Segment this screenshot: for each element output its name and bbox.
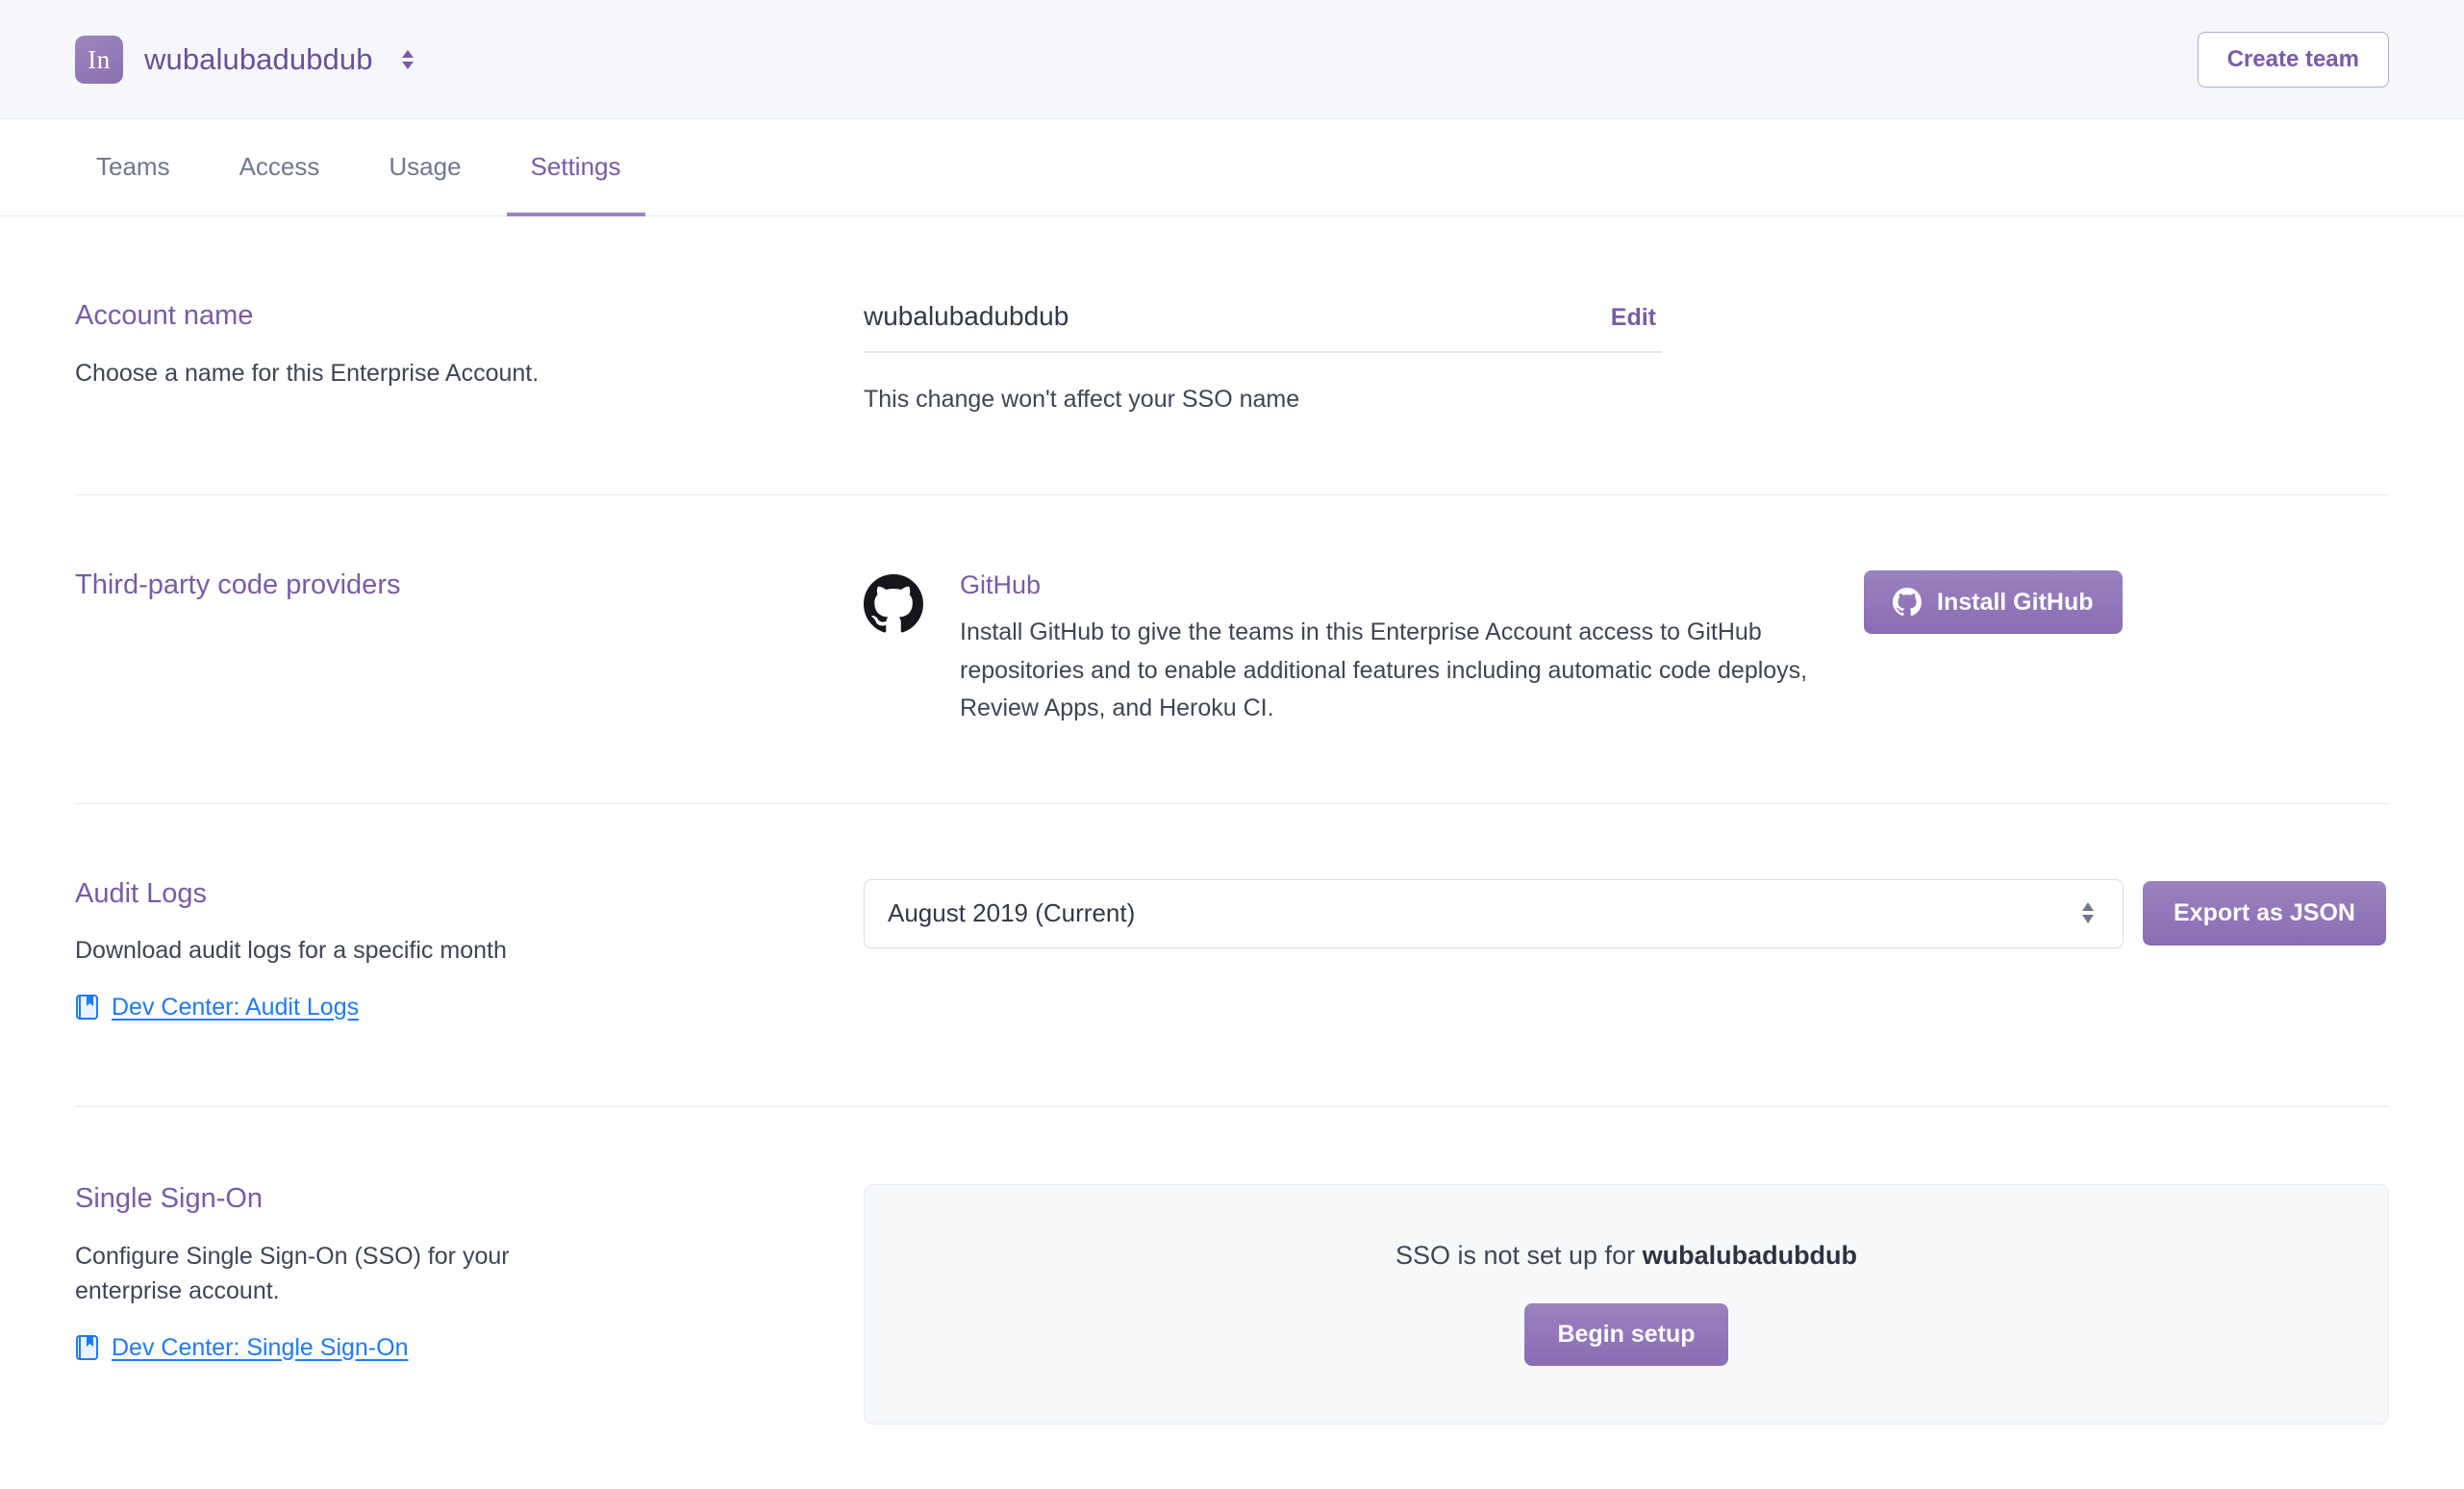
install-github-button[interactable]: Install GitHub xyxy=(1864,570,2123,634)
account-name-field[interactable]: wubalubadubdub Edit xyxy=(864,301,1662,353)
code-providers-section-info: Third-party code providers xyxy=(75,569,864,625)
code-providers-section: Third-party code providers GitHub Instal… xyxy=(75,495,2389,803)
settings-tab-bar: Teams Access Usage Settings xyxy=(0,119,2464,216)
code-providers-heading: Third-party code providers xyxy=(75,569,401,600)
audit-logs-heading: Audit Logs xyxy=(75,877,208,909)
audit-logs-description: Download audit logs for a specific month xyxy=(75,937,507,965)
begin-sso-setup-button[interactable]: Begin setup xyxy=(1524,1303,1728,1367)
account-name-section: Account name Choose a name for this Ente… xyxy=(75,216,2389,494)
dev-center-audit-logs-link[interactable]: Dev Center: Audit Logs xyxy=(75,994,359,1022)
enterprise-account-name: wubalubadubdub xyxy=(144,41,373,76)
chevron-up-down-icon xyxy=(2078,898,2099,929)
sso-status-message: SSO is not set up for wubalubadubdub xyxy=(903,1241,2350,1271)
sso-heading: Single Sign-On xyxy=(75,1183,264,1215)
dev-center-sso-label: Dev Center: Single Sign-On xyxy=(112,1333,409,1361)
account-name-value: wubalubadubdub xyxy=(864,301,1069,331)
tab-teams[interactable]: Teams xyxy=(72,120,194,216)
edit-account-name-button[interactable]: Edit xyxy=(1611,304,1662,332)
chevron-up-down-icon[interactable] xyxy=(398,45,419,74)
account-name-section-info: Account name Choose a name for this Ente… xyxy=(75,300,864,391)
top-header-bar: In wubalubadubdub Create team xyxy=(0,0,2464,119)
create-team-button[interactable]: Create team xyxy=(2197,31,2389,88)
audit-logs-section: Audit Logs Download audit logs for a spe… xyxy=(75,804,2389,1107)
account-name-section-controls: wubalubadubdub Edit This change won't af… xyxy=(864,301,2389,414)
github-mark-icon xyxy=(1893,588,1922,617)
account-switcher[interactable]: In wubalubadubdub xyxy=(75,35,419,84)
export-as-json-button[interactable]: Export as JSON xyxy=(2143,881,2386,946)
tab-usage[interactable]: Usage xyxy=(365,120,485,216)
account-name-hint: This change won't affect your SSO name xyxy=(864,386,1300,413)
dev-center-sso-link[interactable]: Dev Center: Single Sign-On xyxy=(75,1334,408,1362)
audit-logs-section-controls: August 2019 (Current) Export as JSON xyxy=(864,878,2389,948)
audit-month-selected-value: August 2019 (Current) xyxy=(888,898,1136,927)
tab-access[interactable]: Access xyxy=(215,120,344,216)
sso-description: Configure Single Sign-On (SSO) for your … xyxy=(75,1243,510,1305)
github-provider-description: Install GitHub to give the teams in this… xyxy=(960,618,1808,721)
single-sign-on-section: Single Sign-On Configure Single Sign-On … xyxy=(75,1107,2389,1482)
settings-content: Account name Choose a name for this Ente… xyxy=(0,216,2464,1482)
github-octocat-icon xyxy=(864,574,923,634)
account-name-description: Choose a name for this Enterprise Accoun… xyxy=(75,359,540,387)
github-provider-name: GitHub xyxy=(960,570,1042,599)
audit-month-select[interactable]: August 2019 (Current) xyxy=(864,878,2124,948)
sso-status-panel: SSO is not set up for wubalubadubdub Beg… xyxy=(864,1184,2389,1426)
account-name-heading: Account name xyxy=(75,300,254,331)
dev-center-audit-logs-label: Dev Center: Audit Logs xyxy=(112,993,360,1021)
tab-settings[interactable]: Settings xyxy=(506,120,645,216)
blue-book-icon xyxy=(75,1334,100,1361)
sso-section-info: Single Sign-On Configure Single Sign-On … xyxy=(75,1183,864,1366)
sso-status-prefix: SSO is not set up for xyxy=(1395,1241,1643,1271)
enterprise-logo: In xyxy=(75,35,123,84)
code-providers-section-controls: GitHub Install GitHub to give the teams … xyxy=(864,570,2389,728)
audit-logs-section-info: Audit Logs Download audit logs for a spe… xyxy=(75,877,864,1026)
blue-book-icon xyxy=(75,994,100,1021)
sso-section-controls: SSO is not set up for wubalubadubdub Beg… xyxy=(864,1184,2389,1426)
sso-status-account-name: wubalubadubdub xyxy=(1642,1241,1858,1271)
install-github-label: Install GitHub xyxy=(1937,588,2094,616)
